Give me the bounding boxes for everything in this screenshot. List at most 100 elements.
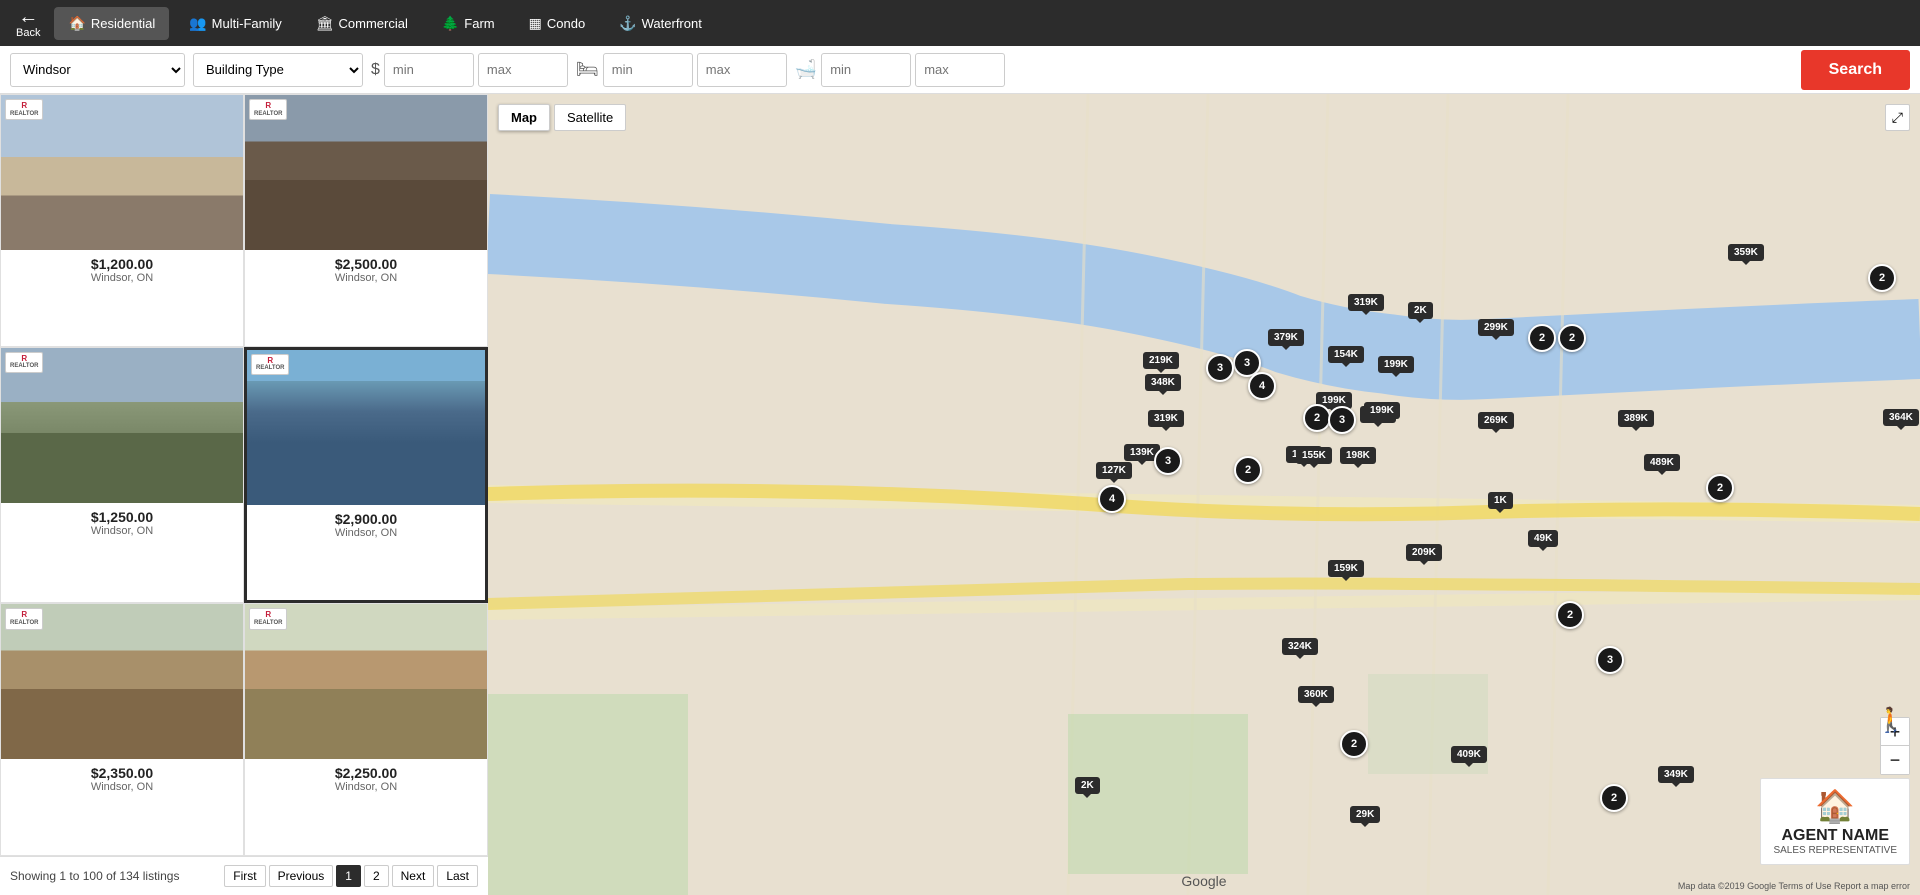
map-price-marker[interactable]: 159K bbox=[1328, 560, 1364, 577]
tab-waterfront[interactable]: ⚓ Waterfront bbox=[605, 7, 716, 40]
map-price-marker[interactable]: 1K bbox=[1488, 492, 1513, 509]
page-2-button[interactable]: 2 bbox=[364, 865, 389, 887]
price-label: 489K bbox=[1644, 454, 1680, 471]
listing-card[interactable]: RREALTOR $2,250.00 Windsor, ON bbox=[244, 603, 488, 856]
map-cluster-marker[interactable]: 3 bbox=[1596, 646, 1624, 674]
map-price-marker[interactable]: 364K bbox=[1883, 409, 1919, 426]
cluster-count: 2 bbox=[1706, 474, 1734, 502]
map-cluster-marker[interactable]: 3 bbox=[1206, 354, 1234, 382]
map-price-marker[interactable]: 49K bbox=[1528, 530, 1558, 547]
map-cluster-marker[interactable]: 2 bbox=[1303, 404, 1331, 432]
listing-location: Windsor, ON bbox=[9, 272, 235, 284]
map-price-marker[interactable]: 154K bbox=[1328, 346, 1364, 363]
map-cluster-marker[interactable]: 3 bbox=[1328, 406, 1356, 434]
satellite-view-button[interactable]: Satellite bbox=[554, 104, 626, 131]
tab-condo[interactable]: ▦ Condo bbox=[515, 7, 600, 40]
map-price-marker[interactable]: 209K bbox=[1406, 544, 1442, 561]
price-label: 269K bbox=[1478, 412, 1514, 429]
realtor-badge: RREALTOR bbox=[251, 354, 289, 375]
map-cluster-marker[interactable]: 4 bbox=[1098, 485, 1126, 513]
price-max-input[interactable] bbox=[478, 53, 568, 87]
previous-page-button[interactable]: Previous bbox=[269, 865, 334, 887]
building-type-select[interactable]: Building Type House Townhouse Apartment … bbox=[193, 53, 363, 87]
map-cluster-marker[interactable]: 2 bbox=[1234, 456, 1262, 484]
map-cluster-marker[interactable]: 3 bbox=[1154, 447, 1182, 475]
main-content: RREALTOR $1,200.00 Windsor, ON RREALTOR … bbox=[0, 94, 1920, 895]
map-price-marker[interactable]: 269K bbox=[1478, 412, 1514, 429]
map-price-marker[interactable]: 127K bbox=[1096, 462, 1132, 479]
map-cluster-marker[interactable]: 2 bbox=[1558, 324, 1586, 352]
map-price-marker[interactable]: 359K bbox=[1728, 244, 1764, 261]
map-price-marker[interactable]: 299K bbox=[1478, 319, 1514, 336]
map-cluster-marker[interactable]: 2 bbox=[1556, 601, 1584, 629]
listing-card[interactable]: RREALTOR $2,500.00 Windsor, ON bbox=[244, 94, 488, 347]
map-cluster-marker[interactable]: 2 bbox=[1600, 784, 1628, 812]
listing-image: RREALTOR bbox=[1, 604, 243, 759]
listing-info: $2,350.00 Windsor, ON bbox=[1, 759, 243, 801]
listing-card[interactable]: RREALTOR $1,250.00 Windsor, ON bbox=[0, 347, 244, 604]
tab-condo-label: Condo bbox=[547, 16, 585, 31]
map-price-marker[interactable]: 324K bbox=[1282, 638, 1318, 655]
listing-location: Windsor, ON bbox=[253, 272, 479, 284]
map-price-marker[interactable]: 29K bbox=[1350, 806, 1380, 823]
listing-location: Windsor, ON bbox=[253, 781, 479, 793]
realtor-badge: RREALTOR bbox=[5, 352, 43, 373]
map-view-button[interactable]: Map bbox=[498, 104, 550, 131]
map-cluster-marker[interactable]: 4 bbox=[1248, 372, 1276, 400]
listing-image: RREALTOR bbox=[247, 350, 485, 505]
map-price-marker[interactable]: 349K bbox=[1658, 766, 1694, 783]
map-price-marker[interactable]: 2K bbox=[1408, 302, 1433, 319]
map-price-marker[interactable]: 2K bbox=[1075, 777, 1100, 794]
bed-max-input[interactable] bbox=[697, 53, 787, 87]
map-price-marker[interactable]: 360K bbox=[1298, 686, 1334, 703]
bath-min-input[interactable] bbox=[821, 53, 911, 87]
listing-info: $2,250.00 Windsor, ON bbox=[245, 759, 487, 801]
first-page-button[interactable]: First bbox=[224, 865, 265, 887]
map-expand-button[interactable]: ⤢ bbox=[1885, 104, 1910, 131]
map-price-marker[interactable]: 319K bbox=[1348, 294, 1384, 311]
bed-min-input[interactable] bbox=[603, 53, 693, 87]
price-label: 159K bbox=[1328, 560, 1364, 577]
map-price-marker[interactable]: 319K bbox=[1148, 410, 1184, 427]
cluster-count: 2 bbox=[1340, 730, 1368, 758]
map-price-marker[interactable]: 348K bbox=[1145, 374, 1181, 391]
bath-max-input[interactable] bbox=[915, 53, 1005, 87]
map-cluster-marker[interactable]: 2 bbox=[1340, 730, 1368, 758]
price-label: 49K bbox=[1528, 530, 1558, 547]
tab-commercial[interactable]: 🏛 Commercial bbox=[302, 7, 422, 40]
map-price-marker[interactable]: 489K bbox=[1644, 454, 1680, 471]
search-button[interactable]: Search bbox=[1801, 50, 1910, 90]
back-button[interactable]: ← Back bbox=[8, 3, 48, 43]
map-price-marker[interactable]: 219K bbox=[1143, 352, 1179, 369]
map-price-marker[interactable]: 409K bbox=[1451, 746, 1487, 763]
tab-farm[interactable]: 🌲 Farm bbox=[428, 7, 509, 40]
bed-filter-group: 🛏 bbox=[576, 53, 787, 87]
pagination: First Previous 1 2 Next Last bbox=[224, 865, 478, 887]
listing-card[interactable]: RREALTOR $2,350.00 Windsor, ON bbox=[0, 603, 244, 856]
price-filter-group: $ bbox=[371, 53, 568, 87]
listing-info: $1,250.00 Windsor, ON bbox=[1, 503, 243, 545]
page-1-button[interactable]: 1 bbox=[336, 865, 361, 887]
listing-card[interactable]: RREALTOR $2,900.00 Windsor, ON bbox=[244, 347, 488, 604]
listing-card[interactable]: RREALTOR $1,200.00 Windsor, ON bbox=[0, 94, 244, 347]
tab-residential[interactable]: 🏠 Residential bbox=[54, 7, 169, 40]
map-cluster-marker[interactable]: 2 bbox=[1868, 264, 1896, 292]
last-page-button[interactable]: Last bbox=[437, 865, 478, 887]
realtor-badge: RREALTOR bbox=[249, 608, 287, 629]
map-price-marker[interactable]: 198K bbox=[1340, 447, 1376, 464]
next-page-button[interactable]: Next bbox=[392, 865, 435, 887]
map-price-marker[interactable]: 379K bbox=[1268, 329, 1304, 346]
price-label: 219K bbox=[1143, 352, 1179, 369]
map-price-marker[interactable]: 155K bbox=[1296, 447, 1332, 464]
map-price-marker[interactable]: 389K bbox=[1618, 410, 1654, 427]
zoom-out-button[interactable]: − bbox=[1881, 746, 1909, 774]
map-price-marker[interactable]: 199K bbox=[1364, 402, 1400, 419]
city-select[interactable]: Windsor Toronto Ottawa bbox=[10, 53, 185, 87]
map-cluster-marker[interactable]: 2 bbox=[1706, 474, 1734, 502]
home-icon: 🏠 bbox=[68, 15, 85, 32]
street-view-icon[interactable]: 🚶 bbox=[1876, 706, 1906, 735]
tab-multifamily[interactable]: 👥 Multi-Family bbox=[175, 7, 296, 40]
map-price-marker[interactable]: 199K bbox=[1378, 356, 1414, 373]
map-cluster-marker[interactable]: 2 bbox=[1528, 324, 1556, 352]
price-min-input[interactable] bbox=[384, 53, 474, 87]
